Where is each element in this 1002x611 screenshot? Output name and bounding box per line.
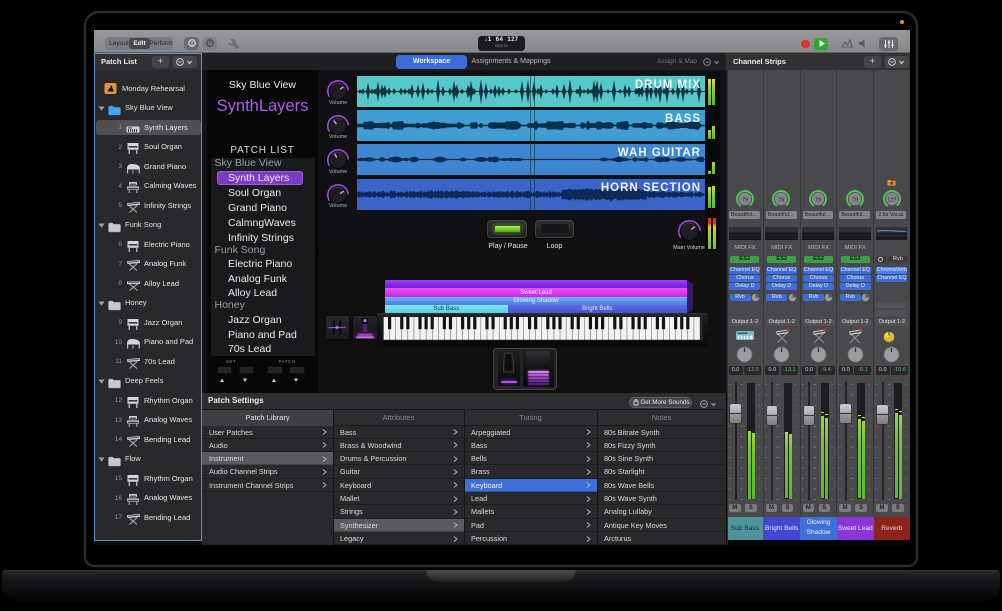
- svg-text:79: 79: [778, 197, 784, 203]
- svg-text:127: 127: [887, 197, 896, 203]
- svg-text:79: 79: [815, 197, 821, 203]
- svg-text:79: 79: [742, 197, 748, 203]
- svg-text:79: 79: [852, 197, 858, 203]
